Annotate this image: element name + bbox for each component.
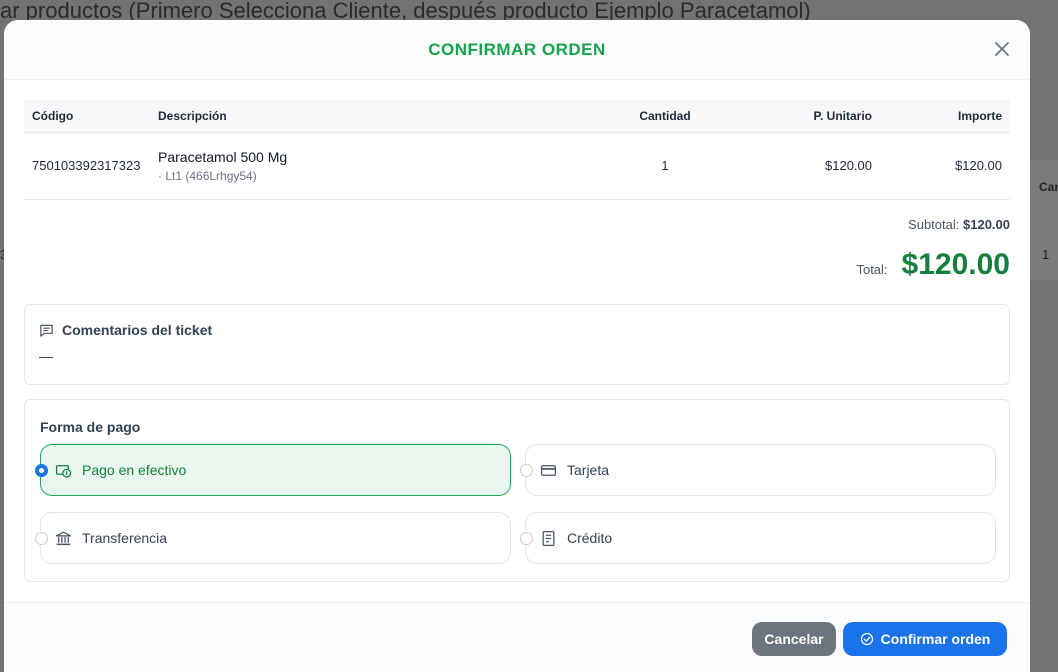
background-column-header: Can <box>1039 180 1058 194</box>
comments-header: Comentarios del ticket <box>39 322 212 338</box>
payment-radio-card[interactable] <box>520 464 533 477</box>
payment-radio-credit[interactable] <box>520 532 533 545</box>
payment-label-transfer: Transferencia <box>82 530 168 546</box>
comments-value[interactable]: — <box>39 348 53 364</box>
close-button[interactable] <box>992 39 1012 59</box>
total-label: Total: <box>856 262 888 277</box>
background-table-strip <box>1028 160 1058 280</box>
comments-section: Comentarios del ticket — <box>24 304 1010 385</box>
comments-title: Comentarios del ticket <box>62 322 213 338</box>
modal-title: CONFIRMAR ORDEN <box>428 40 606 59</box>
product-amount: $120.00 <box>955 158 1002 173</box>
modal-footer: Cancelar Confirmar orden <box>4 602 1030 672</box>
message-square-icon <box>40 324 53 337</box>
credit-card-icon <box>540 465 557 476</box>
column-header-description: Descripción <box>150 100 590 133</box>
total-value: $120.00 <box>901 248 1010 281</box>
confirm-order-modal: CONFIRMAR ORDEN Código Descripción Canti… <box>4 20 1030 672</box>
payment-option-transfer[interactable]: Transferencia <box>35 512 511 564</box>
cancel-button[interactable]: Cancelar <box>752 622 836 656</box>
product-description: Paracetamol 500 Mg · Lt1 (466Lrhgy54) <box>150 132 590 199</box>
modal-header: CONFIRMAR ORDEN <box>4 20 1030 80</box>
background-cell: 1 <box>1042 247 1050 262</box>
column-header-quantity: Cantidad <box>590 100 740 133</box>
payment-label-cash: Pago en efectivo <box>82 462 187 478</box>
order-table: Código Descripción Cantidad P. Unitario … <box>24 100 1010 200</box>
payment-label-card: Tarjeta <box>567 462 610 478</box>
payment-option-card[interactable]: Tarjeta <box>520 444 996 496</box>
product-code: 750103392317323 <box>32 158 141 173</box>
column-header-unit-price: P. Unitario <box>740 100 880 133</box>
payment-option-credit[interactable]: Crédito <box>520 512 996 564</box>
product-name: Paracetamol 500 Mg <box>158 148 288 165</box>
confirm-order-label: Confirmar orden <box>880 631 991 647</box>
product-unit-price: $120.00 <box>825 158 872 173</box>
bank-icon <box>55 531 72 546</box>
payment-radio-transfer[interactable] <box>35 532 48 545</box>
table-row: 750103392317323 Paracetamol 500 Mg · Lt1… <box>24 132 1010 199</box>
product-lot: · Lt1 (466Lrhgy54) <box>158 168 257 183</box>
close-icon <box>995 42 1009 56</box>
subtotal-value: $120.00 <box>963 217 1010 232</box>
payment-method-title: Forma de pago <box>40 419 141 435</box>
payment-label-credit: Crédito <box>567 530 613 546</box>
subtotal-label: Subtotal: <box>908 217 960 232</box>
column-header-amount: Importe <box>880 100 1010 133</box>
payment-radio-cash[interactable] <box>35 464 48 477</box>
receipt-icon <box>542 530 555 547</box>
total: Total: $120.00 <box>856 248 1010 282</box>
table-header-row: Código Descripción Cantidad P. Unitario … <box>24 100 1010 133</box>
confirm-order-button[interactable]: Confirmar orden <box>843 622 1007 656</box>
column-header-code: Código <box>24 100 150 133</box>
payment-method-section: Forma de pago Pago en efectivo Tarjeta T… <box>24 399 1010 582</box>
payment-option-cash[interactable]: Pago en efectivo <box>35 444 511 496</box>
check-circle-icon <box>860 632 873 646</box>
cash-icon <box>55 465 72 478</box>
subtotal: Subtotal: $120.00 <box>908 217 1010 232</box>
product-quantity: 1 <box>661 158 669 173</box>
